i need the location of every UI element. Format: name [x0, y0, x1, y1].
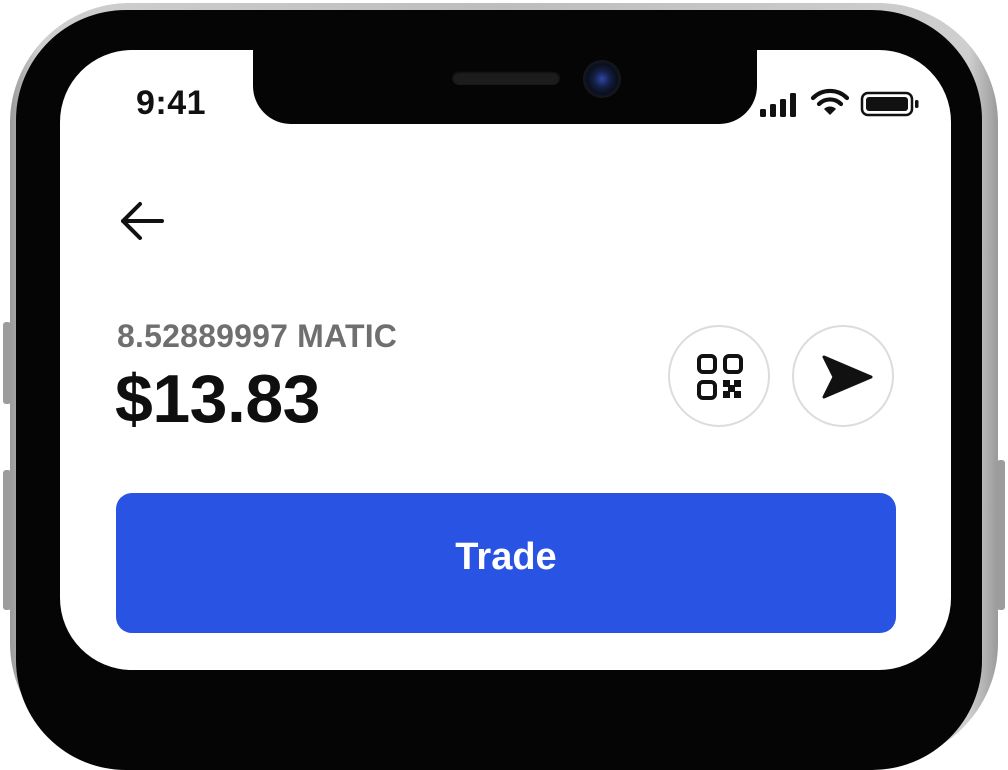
- qr-code-icon: [697, 354, 743, 400]
- crypto-balance: 8.52889997 MATIC: [117, 318, 398, 354]
- front-camera: [583, 60, 621, 98]
- device-side-button: [3, 470, 11, 610]
- trade-button[interactable]: Trade: [116, 493, 896, 633]
- send-button[interactable]: [792, 325, 894, 427]
- speaker-grille: [452, 71, 560, 85]
- back-button[interactable]: [116, 195, 170, 249]
- cellular-signal-icon: [760, 93, 796, 117]
- arrow-left-icon: [121, 202, 164, 240]
- trade-button-label: Trade: [455, 536, 557, 578]
- fiat-balance: $13.83: [115, 361, 320, 437]
- wifi-icon: [810, 88, 850, 115]
- device-side-button: [3, 322, 11, 404]
- receive-button[interactable]: [668, 325, 770, 427]
- device-notch: [253, 50, 757, 124]
- send-icon: [822, 355, 873, 399]
- device-side-button: [997, 460, 1005, 610]
- status-bar-time: 9:41: [136, 84, 207, 122]
- battery-icon: [860, 91, 919, 117]
